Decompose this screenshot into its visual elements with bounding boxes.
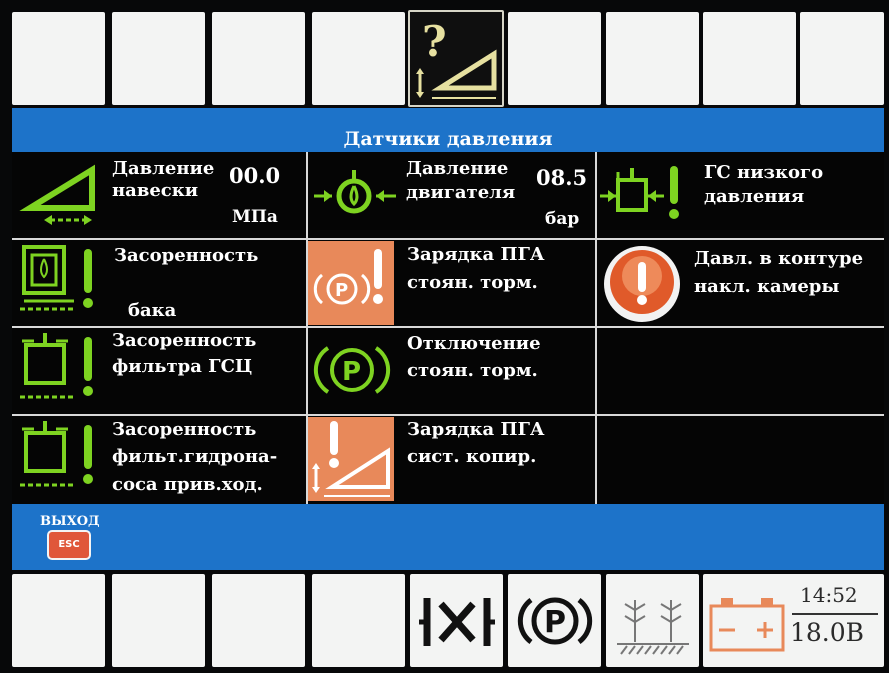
bottom-softkey-3[interactable] — [212, 574, 305, 667]
esc-button[interactable]: ESC — [47, 530, 91, 560]
parking-brake-warning-icon: P — [308, 241, 394, 325]
grid-divider — [12, 326, 884, 328]
hydraulic-low-pressure-icon — [600, 166, 679, 219]
tilt-chamber-label-2: накл. камеры — [694, 276, 840, 297]
bottom-softkey-2[interactable] — [112, 574, 205, 667]
alarm-lamp-icon — [604, 246, 680, 322]
tank-clogging-label-2: бака — [128, 300, 177, 321]
drive-pump-filter-label-3: соса прив.ход. — [112, 474, 263, 495]
low-pressure-hs-label-1: ГС низкого — [704, 162, 824, 183]
hitch-pressure-value: 00.0 — [229, 163, 281, 188]
svg-text:P: P — [335, 280, 348, 301]
hitch-pressure-label-1: Давление — [112, 158, 215, 179]
drive-pump-filter-label-1: Засоренность — [112, 419, 257, 440]
title-bar: Датчики давления — [12, 108, 884, 152]
display-screen: ? Датчики давления Давление навески 00.0… — [0, 0, 889, 673]
parking-brake-icon: P — [517, 597, 593, 645]
top-softkey-3[interactable] — [212, 12, 305, 105]
top-softkey-4[interactable] — [312, 12, 405, 105]
copy-system-label-2: сист. копир. — [407, 446, 537, 467]
drive-pump-filter-label-2: фильт.гидрона- — [112, 446, 278, 467]
parking-brake-off-label-2: стоян. торм. — [407, 360, 538, 381]
top-softkey-8[interactable] — [703, 12, 796, 105]
copy-system-label-1: Зарядка ПГА — [407, 419, 545, 440]
filter-warning-icon — [20, 421, 93, 487]
engine-oil-pressure-icon — [314, 170, 396, 214]
engine-pressure-label-1: Давление — [406, 158, 509, 179]
engine-pressure-unit: бар — [545, 209, 580, 229]
top-softkey-6[interactable] — [508, 12, 601, 105]
bottom-softkey-crop[interactable] — [606, 574, 699, 667]
top-softkey-2[interactable] — [112, 12, 205, 105]
svg-text:P: P — [342, 357, 361, 387]
engine-pressure-value: 08.5 — [536, 165, 588, 190]
parking-brake-icon: P — [313, 346, 391, 394]
clock-display: 14:52 — [800, 583, 858, 607]
bottom-softkey-1[interactable] — [12, 574, 105, 667]
bottom-softkey-4[interactable] — [312, 574, 405, 667]
hitch-pressure-unit: МПа — [232, 207, 278, 227]
page-title: Датчики давления — [343, 128, 553, 150]
parking-brake-accum-label-2: стоян. торм. — [407, 272, 538, 293]
parking-brake-off-label-1: Отключение — [407, 333, 541, 354]
svg-text:P: P — [544, 605, 566, 640]
top-softkey-9[interactable] — [800, 12, 884, 105]
top-softkey-1[interactable] — [12, 12, 105, 105]
top-softkey-7[interactable] — [606, 12, 699, 105]
voltage-display: 18.0В — [790, 618, 865, 647]
engine-pressure-label-2: двигателя — [406, 182, 516, 203]
gsc-filter-label-2: фильтра ГСЦ — [112, 356, 253, 377]
differential-lock-icon — [419, 598, 495, 646]
bottom-softkey-parking[interactable]: P — [508, 574, 601, 667]
grid-divider — [12, 238, 884, 240]
battery-icon — [709, 598, 785, 652]
hitch-pressure-label-2: навески — [112, 180, 199, 201]
crop-row-icon — [617, 600, 689, 655]
help-hitch-icon: ? — [416, 17, 497, 99]
top-softkey-help-hitch[interactable]: ? — [408, 10, 504, 107]
filter-warning-icon — [20, 333, 93, 399]
parking-brake-accum-label-1: Зарядка ПГА — [407, 244, 545, 265]
hitch-icon — [19, 164, 95, 225]
grid-divider — [595, 152, 597, 504]
status-divider — [792, 613, 878, 615]
bottom-softkey-diff-lock[interactable] — [410, 574, 503, 667]
tilt-chamber-label-1: Давл. в контуре — [694, 248, 864, 269]
tank-clogging-label-1: Засоренность — [114, 245, 259, 266]
exit-label: ВЫХОД — [40, 514, 100, 529]
svg-text:?: ? — [422, 17, 447, 66]
tank-filter-warning-icon — [20, 245, 93, 311]
gsc-filter-label-1: Засоренность — [112, 330, 257, 351]
copy-system-warning-icon — [308, 417, 394, 501]
bottom-bar — [12, 504, 884, 570]
grid-divider — [12, 414, 884, 416]
low-pressure-hs-label-2: давления — [704, 186, 805, 207]
